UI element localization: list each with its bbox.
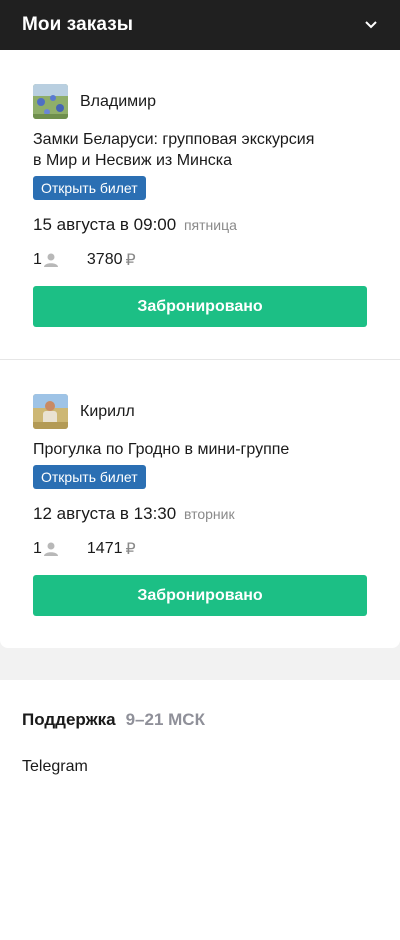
persons-count: 1 <box>33 540 42 557</box>
guide-name: Владимир <box>80 92 157 110</box>
person-icon <box>43 541 58 557</box>
weekday-text: вторник <box>183 506 235 522</box>
price: 1471 <box>86 540 123 557</box>
tour-title[interactable]: Замки Беларуси: групповая экскурсия в Ми… <box>33 129 367 171</box>
person-icon <box>43 252 58 268</box>
date-text: 15 августа в 09:00 <box>33 215 177 234</box>
support-header: Поддержка 9–21 МСК <box>22 710 378 730</box>
currency: ₽ <box>125 252 136 269</box>
guide-name: Кирилл <box>80 402 135 420</box>
section-gap <box>0 648 400 680</box>
orders-list: Владимир Замки Беларуси: групповая экску… <box>0 50 400 648</box>
weekday-text: пятница <box>183 217 237 233</box>
open-ticket-button[interactable]: Открыть билет <box>33 465 146 489</box>
tour-title[interactable]: Прогулка по Гродно в мини-группе <box>33 439 367 460</box>
guide-avatar <box>33 84 68 119</box>
order-meta: 1 3780 ₽ <box>33 250 367 270</box>
currency: ₽ <box>125 541 136 558</box>
price: 3780 <box>86 251 123 268</box>
open-ticket-button[interactable]: Открыть билет <box>33 176 146 200</box>
order-card: Владимир Замки Беларуси: групповая экску… <box>0 50 400 359</box>
support-hours: 9–21 МСК <box>125 710 205 729</box>
tour-title-line: Замки Беларуси: групповая экскурсия <box>33 131 315 148</box>
booked-status-button[interactable]: Забронировано <box>33 286 367 327</box>
booked-status-button[interactable]: Забронировано <box>33 575 367 616</box>
page-title: Мои заказы <box>22 14 134 35</box>
chevron-down-icon[interactable] <box>364 18 378 32</box>
guide-info: Владимир <box>33 84 367 119</box>
order-meta: 1 1471 ₽ <box>33 539 367 559</box>
guide-avatar <box>33 394 68 429</box>
date-text: 12 августа в 13:30 <box>33 504 177 523</box>
tour-date: 15 августа в 09:00 пятница <box>33 215 367 235</box>
persons-count: 1 <box>33 251 42 268</box>
header-bar: Мои заказы <box>0 0 400 50</box>
tour-title-line: Прогулка по Гродно в мини-группе <box>33 441 290 458</box>
tour-date: 12 августа в 13:30 вторник <box>33 504 367 524</box>
support-section: Поддержка 9–21 МСК Telegram <box>0 680 400 940</box>
order-card: Кирилл Прогулка по Гродно в мини-группе … <box>0 359 400 648</box>
tour-title-line: в Мир и Несвиж из Минска <box>33 152 233 169</box>
support-title: Поддержка <box>22 710 116 729</box>
telegram-link[interactable]: Telegram <box>22 758 378 776</box>
guide-info: Кирилл <box>33 394 367 429</box>
